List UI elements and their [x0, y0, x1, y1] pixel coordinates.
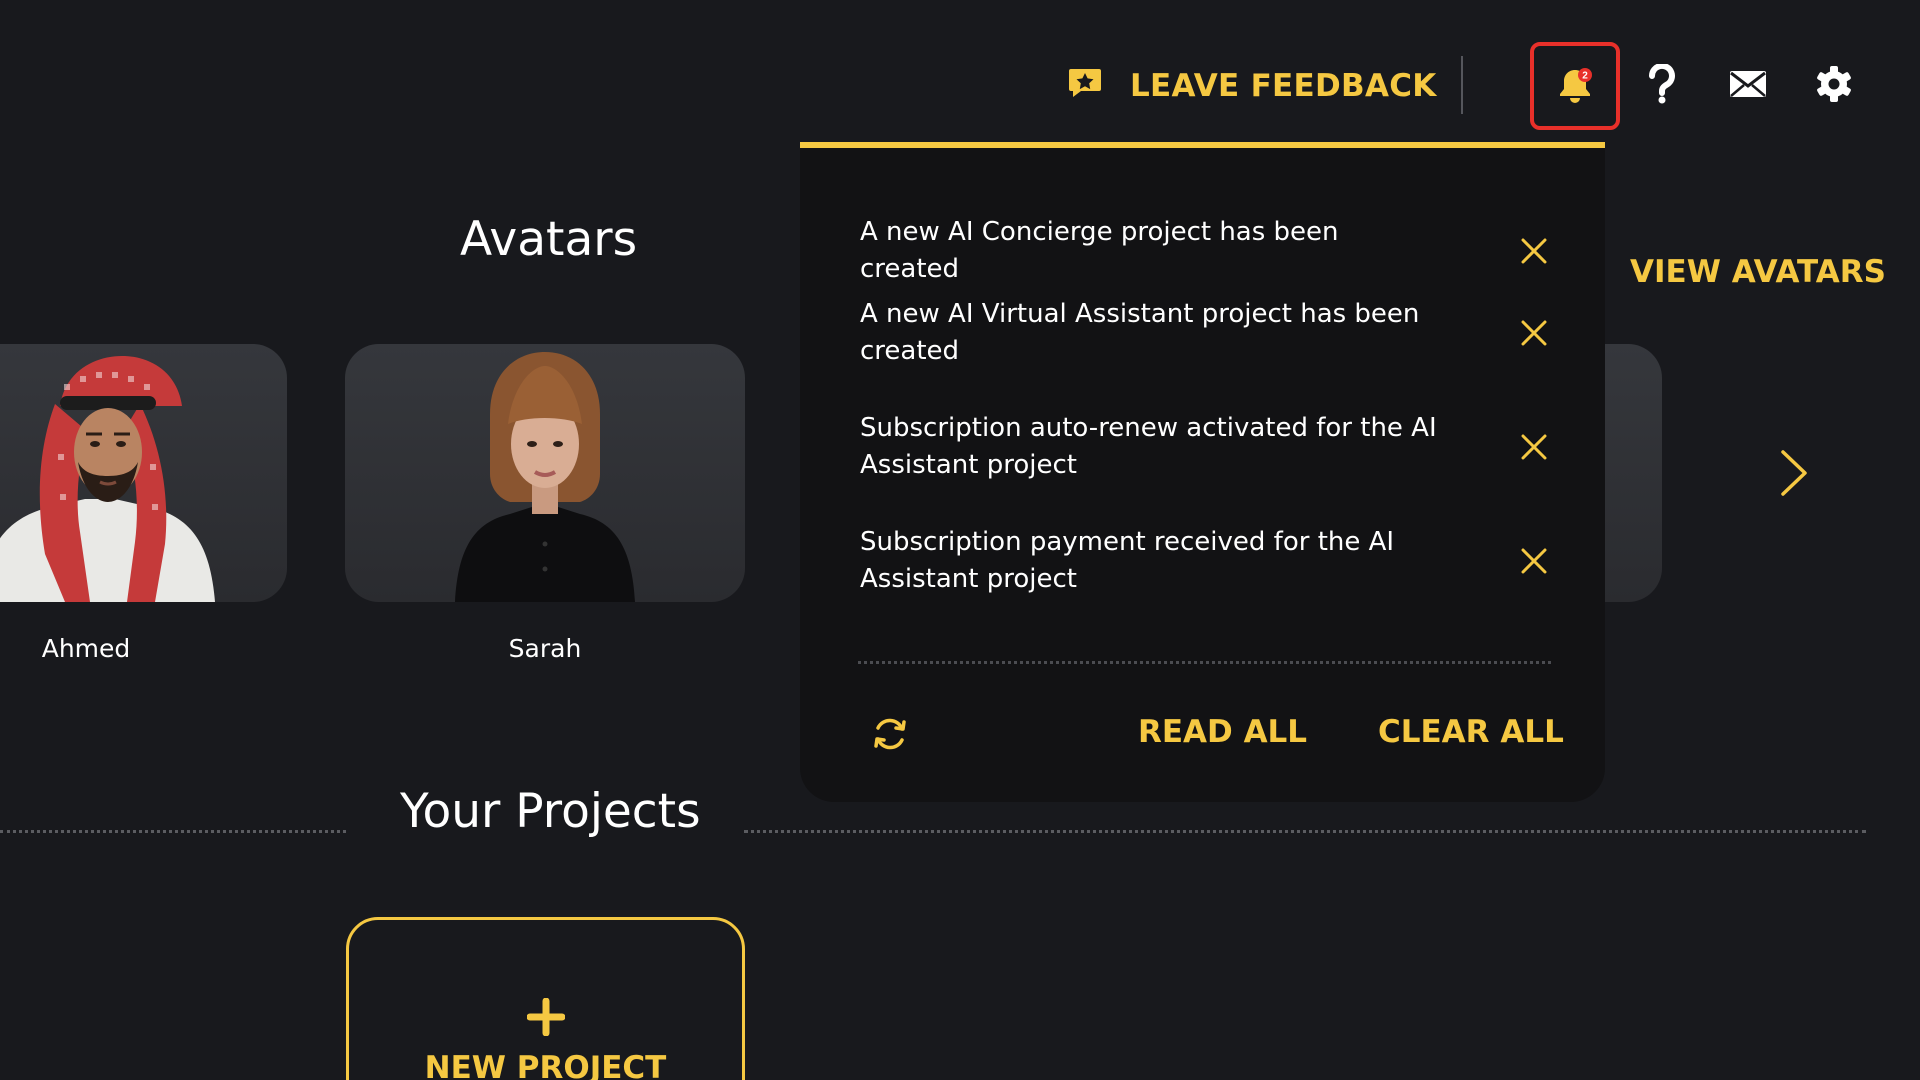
view-avatars-link[interactable]: VIEW AVATARS [1630, 254, 1886, 290]
dismiss-notification-button[interactable] [1518, 235, 1550, 267]
feedback-star-icon [1068, 65, 1102, 107]
chevron-right-icon [1781, 450, 1807, 496]
mail-icon [1729, 70, 1767, 102]
avatar-image-ahmed [0, 356, 215, 602]
notification-item: A new AI Concierge project has been crea… [860, 214, 1550, 288]
notification-item: Subscription auto-renew activated for th… [860, 410, 1550, 484]
close-icon [1521, 434, 1547, 460]
plus-icon [526, 997, 565, 1040]
notification-text: A new AI Concierge project has been crea… [860, 217, 1339, 284]
avatar-name-sarah: Sarah [508, 634, 582, 663]
avatar-name-ahmed: Ahmed [41, 634, 131, 663]
notification-text: Subscription auto-renew activated for th… [860, 413, 1437, 480]
avatar-card-sarah[interactable] [345, 344, 745, 602]
notifications-panel: A new AI Concierge project has been crea… [800, 142, 1605, 802]
avatar-image-sarah [455, 352, 635, 602]
clear-all-button[interactable]: CLEAR ALL [1378, 714, 1564, 750]
gear-icon [1815, 65, 1853, 107]
dismiss-notification-button[interactable] [1518, 431, 1550, 463]
avatars-next-button[interactable] [1778, 448, 1810, 498]
dismiss-notification-button[interactable] [1518, 317, 1550, 349]
notification-text: Subscription payment received for the AI… [860, 527, 1395, 594]
read-all-button[interactable]: READ ALL [1138, 714, 1307, 750]
close-icon [1521, 320, 1547, 346]
notifications-divider [858, 661, 1551, 664]
notification-item: Subscription payment received for the AI… [860, 524, 1550, 598]
avatar-card-ahmed[interactable] [0, 344, 287, 602]
projects-divider-right [744, 830, 1866, 833]
help-icon [1647, 62, 1677, 108]
dashboard-page: LEAVE FEEDBACK 2 Avatars VIEW AVATARS Ah… [0, 0, 1920, 1080]
settings-button[interactable] [1810, 62, 1858, 110]
projects-title: Your Projects [400, 784, 701, 839]
new-project-label: NEW PROJECT [424, 1050, 667, 1080]
notifications-button[interactable]: 2 [1530, 42, 1620, 130]
notification-count: 2 [1582, 71, 1588, 82]
close-icon [1521, 548, 1547, 574]
messages-button[interactable] [1724, 62, 1772, 110]
leave-feedback-label: LEAVE FEEDBACK [1130, 68, 1437, 104]
help-button[interactable] [1638, 62, 1686, 110]
notification-text: A new AI Virtual Assistant project has b… [860, 299, 1420, 366]
bell-icon: 2 [1555, 66, 1595, 106]
leave-feedback-button[interactable]: LEAVE FEEDBACK [1068, 62, 1437, 110]
close-icon [1521, 238, 1547, 264]
notification-item: A new AI Virtual Assistant project has b… [860, 296, 1550, 370]
header-divider [1461, 56, 1463, 114]
dismiss-notification-button[interactable] [1518, 545, 1550, 577]
avatars-title: Avatars [460, 212, 638, 267]
new-project-button[interactable]: NEW PROJECT [346, 917, 745, 1080]
projects-divider-left [0, 830, 346, 833]
refresh-icon [874, 718, 906, 750]
refresh-button[interactable] [870, 714, 910, 754]
